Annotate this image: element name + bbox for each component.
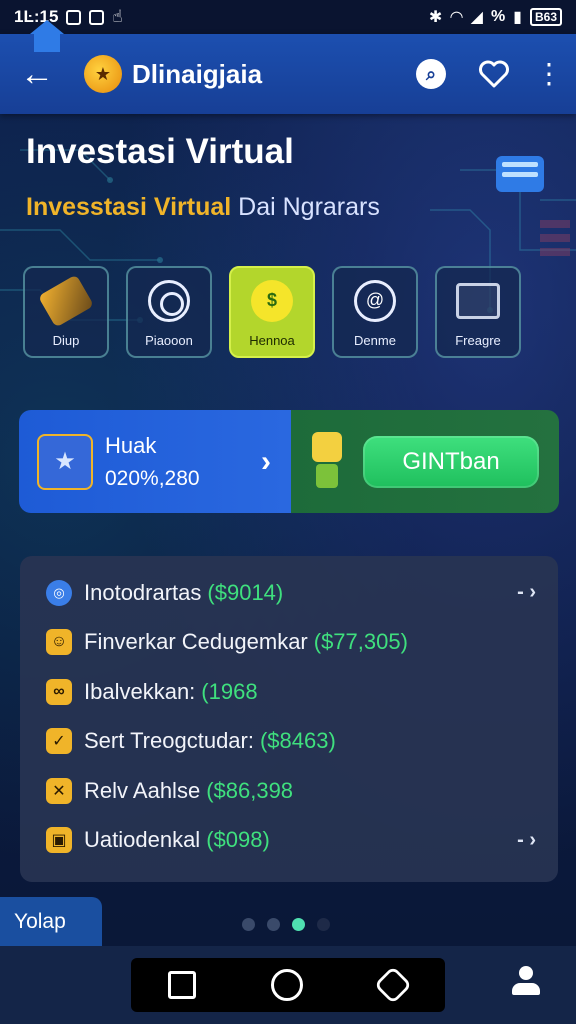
page-dot[interactable]: [267, 918, 280, 931]
sim-icon: ▮: [513, 9, 522, 26]
transactions-panel: ◎ Inotodrartas ($9014) - › ☺ Finverkar C…: [20, 556, 558, 882]
category-tile-piaooon[interactable]: Piaooon: [126, 266, 212, 358]
yolap-tab[interactable]: Yolap: [0, 897, 102, 947]
category-label: Hennoa: [249, 333, 295, 348]
transaction-value: ($9014): [207, 579, 284, 605]
circle-icon: [270, 969, 303, 1001]
transaction-value: ($8463): [259, 728, 336, 754]
transaction-row[interactable]: ▣ Uatiodenkal ($098) - ›: [46, 816, 536, 866]
home-system-button[interactable]: [270, 969, 303, 1001]
page-indicator: [242, 918, 330, 931]
package-icon: [37, 268, 95, 333]
chevron-right-icon: - ›: [517, 581, 536, 604]
heart-icon: [479, 60, 509, 88]
transaction-row[interactable]: ∞ Ibalvekkan: (1968: [46, 667, 536, 717]
transaction-value: ($098): [206, 827, 270, 853]
home-nav-button[interactable]: [30, 20, 64, 54]
transaction-value: (1968: [201, 678, 258, 704]
app-title: Dlinaigjaia: [132, 58, 263, 89]
status-bar: 1Ŀ:15 ☝ ✱ ◠ ◢ % ▮ B63: [0, 0, 576, 34]
transaction-row[interactable]: ✕ Relv Aahlse ($86,398: [46, 766, 536, 816]
transaction-label: Sert Treogctudar:: [84, 728, 254, 754]
category-tiles: Diup Piaooon $ Hennoa @ Denme Freagre: [23, 266, 553, 358]
promo-text: Huak 020%,280: [105, 433, 200, 491]
transaction-row[interactable]: ◎ Inotodrartas ($9014) - ›: [46, 568, 536, 618]
hero-subtitle-rest: Dai Ngrarars: [238, 193, 380, 221]
transaction-row[interactable]: ✓ Sert Treogctudar: ($8463): [46, 717, 536, 767]
square-icon: ▣: [46, 827, 72, 854]
back-arrow-icon[interactable]: ←: [20, 55, 60, 94]
category-label: Denme: [354, 333, 396, 348]
hero-subtitle-highlight: Invesstasi Virtual: [26, 193, 232, 221]
app-bar: ← ★ Dlinaigjaia ⌕ ⋮: [0, 34, 576, 114]
more-menu-button[interactable]: ⋮: [535, 60, 563, 88]
search-icon: ⌕: [416, 59, 446, 89]
category-tile-freagre[interactable]: Freagre: [435, 266, 521, 358]
transaction-label: Inotodrartas: [84, 579, 202, 605]
wifi-icon: ◠: [450, 9, 463, 26]
bluetooth-icon: ✱: [428, 9, 443, 26]
link-icon: ∞: [46, 678, 72, 705]
profile-icon: [512, 966, 540, 995]
app-screen: 1Ŀ:15 ☝ ✱ ◠ ◢ % ▮ B63 ← ★ Dlinaigjaia ⌕: [0, 0, 576, 1024]
profile-nav-button[interactable]: [512, 966, 540, 995]
thumb-icon: ☝: [112, 7, 123, 26]
status-right: ✱ ◠ ◢ % ▮ B63: [429, 7, 562, 27]
promo-banner: ★ Huak 020%,280 › GINTban: [19, 410, 559, 513]
page-dot-active[interactable]: [292, 918, 305, 931]
hexagon-icon: [373, 965, 412, 1005]
appbar-actions: ⌕ ⋮: [416, 59, 563, 89]
chevron-right-icon: ›: [261, 444, 271, 478]
recents-button[interactable]: [168, 971, 197, 999]
square-icon: [168, 971, 197, 999]
category-label: Diup: [52, 333, 80, 348]
page-dot[interactable]: [317, 918, 330, 931]
cross-icon: ✕: [46, 777, 72, 804]
transaction-label: Finverkar Cedugemkar: [84, 629, 308, 655]
category-tile-diup[interactable]: Diup: [23, 266, 109, 358]
check-icon: ✓: [46, 728, 72, 755]
target-icon: [148, 268, 190, 333]
back-system-button[interactable]: [373, 965, 412, 1005]
signal-text: %: [490, 8, 506, 25]
signal-icon: ◢: [470, 9, 483, 26]
at-sign-icon: @: [354, 268, 396, 333]
category-tile-denme[interactable]: @ Denme: [332, 266, 418, 358]
promo-amount: 020%,280: [105, 466, 200, 490]
promo-title: Huak: [105, 432, 157, 458]
search-button[interactable]: ⌕: [416, 59, 446, 89]
page-dot[interactable]: [242, 918, 255, 931]
globe-icon: ◎: [46, 579, 72, 606]
promo-cta-area: GINTban: [291, 410, 559, 513]
dollar-coin-icon: $: [251, 268, 293, 333]
chart-icon: [456, 268, 500, 333]
system-navigation-bar: [131, 958, 445, 1012]
transaction-label: Ibalvekkan:: [84, 678, 196, 704]
transaction-row[interactable]: ☺ Finverkar Cedugemkar ($77,305): [46, 618, 536, 668]
transaction-value: ($77,305): [313, 629, 408, 655]
promo-cta-button[interactable]: GINTban: [363, 435, 539, 488]
transaction-value: ($86,398: [206, 777, 294, 803]
favorite-button[interactable]: [478, 59, 510, 89]
mascot-illustration: [307, 431, 347, 492]
notification-icon: [66, 9, 82, 25]
transaction-label: Relv Aahlse: [84, 777, 201, 803]
chevron-right-icon: - ›: [517, 828, 536, 851]
promo-info-card[interactable]: ★ Huak 020%,280 ›: [19, 410, 291, 513]
coin-logo-icon: ★: [84, 55, 122, 93]
notification-icon: [89, 9, 105, 25]
category-label: Piaooon: [145, 333, 193, 348]
hero-title: Investasi Virtual: [26, 132, 294, 171]
category-tile-hennoa[interactable]: $ Hennoa: [229, 266, 315, 358]
transaction-label: Uatiodenkal: [84, 827, 201, 853]
home-icon: [30, 20, 64, 54]
battery-icon: B63: [529, 8, 562, 26]
category-label: Freagre: [455, 333, 501, 348]
hero-subtitle: Invesstasi Virtual Dai Ngrarars: [26, 193, 380, 222]
credit-card-icon: [496, 156, 544, 192]
more-vert-icon: ⋮: [535, 58, 563, 90]
ticket-icon: ★: [37, 433, 93, 490]
person-icon: ☺: [46, 629, 72, 656]
